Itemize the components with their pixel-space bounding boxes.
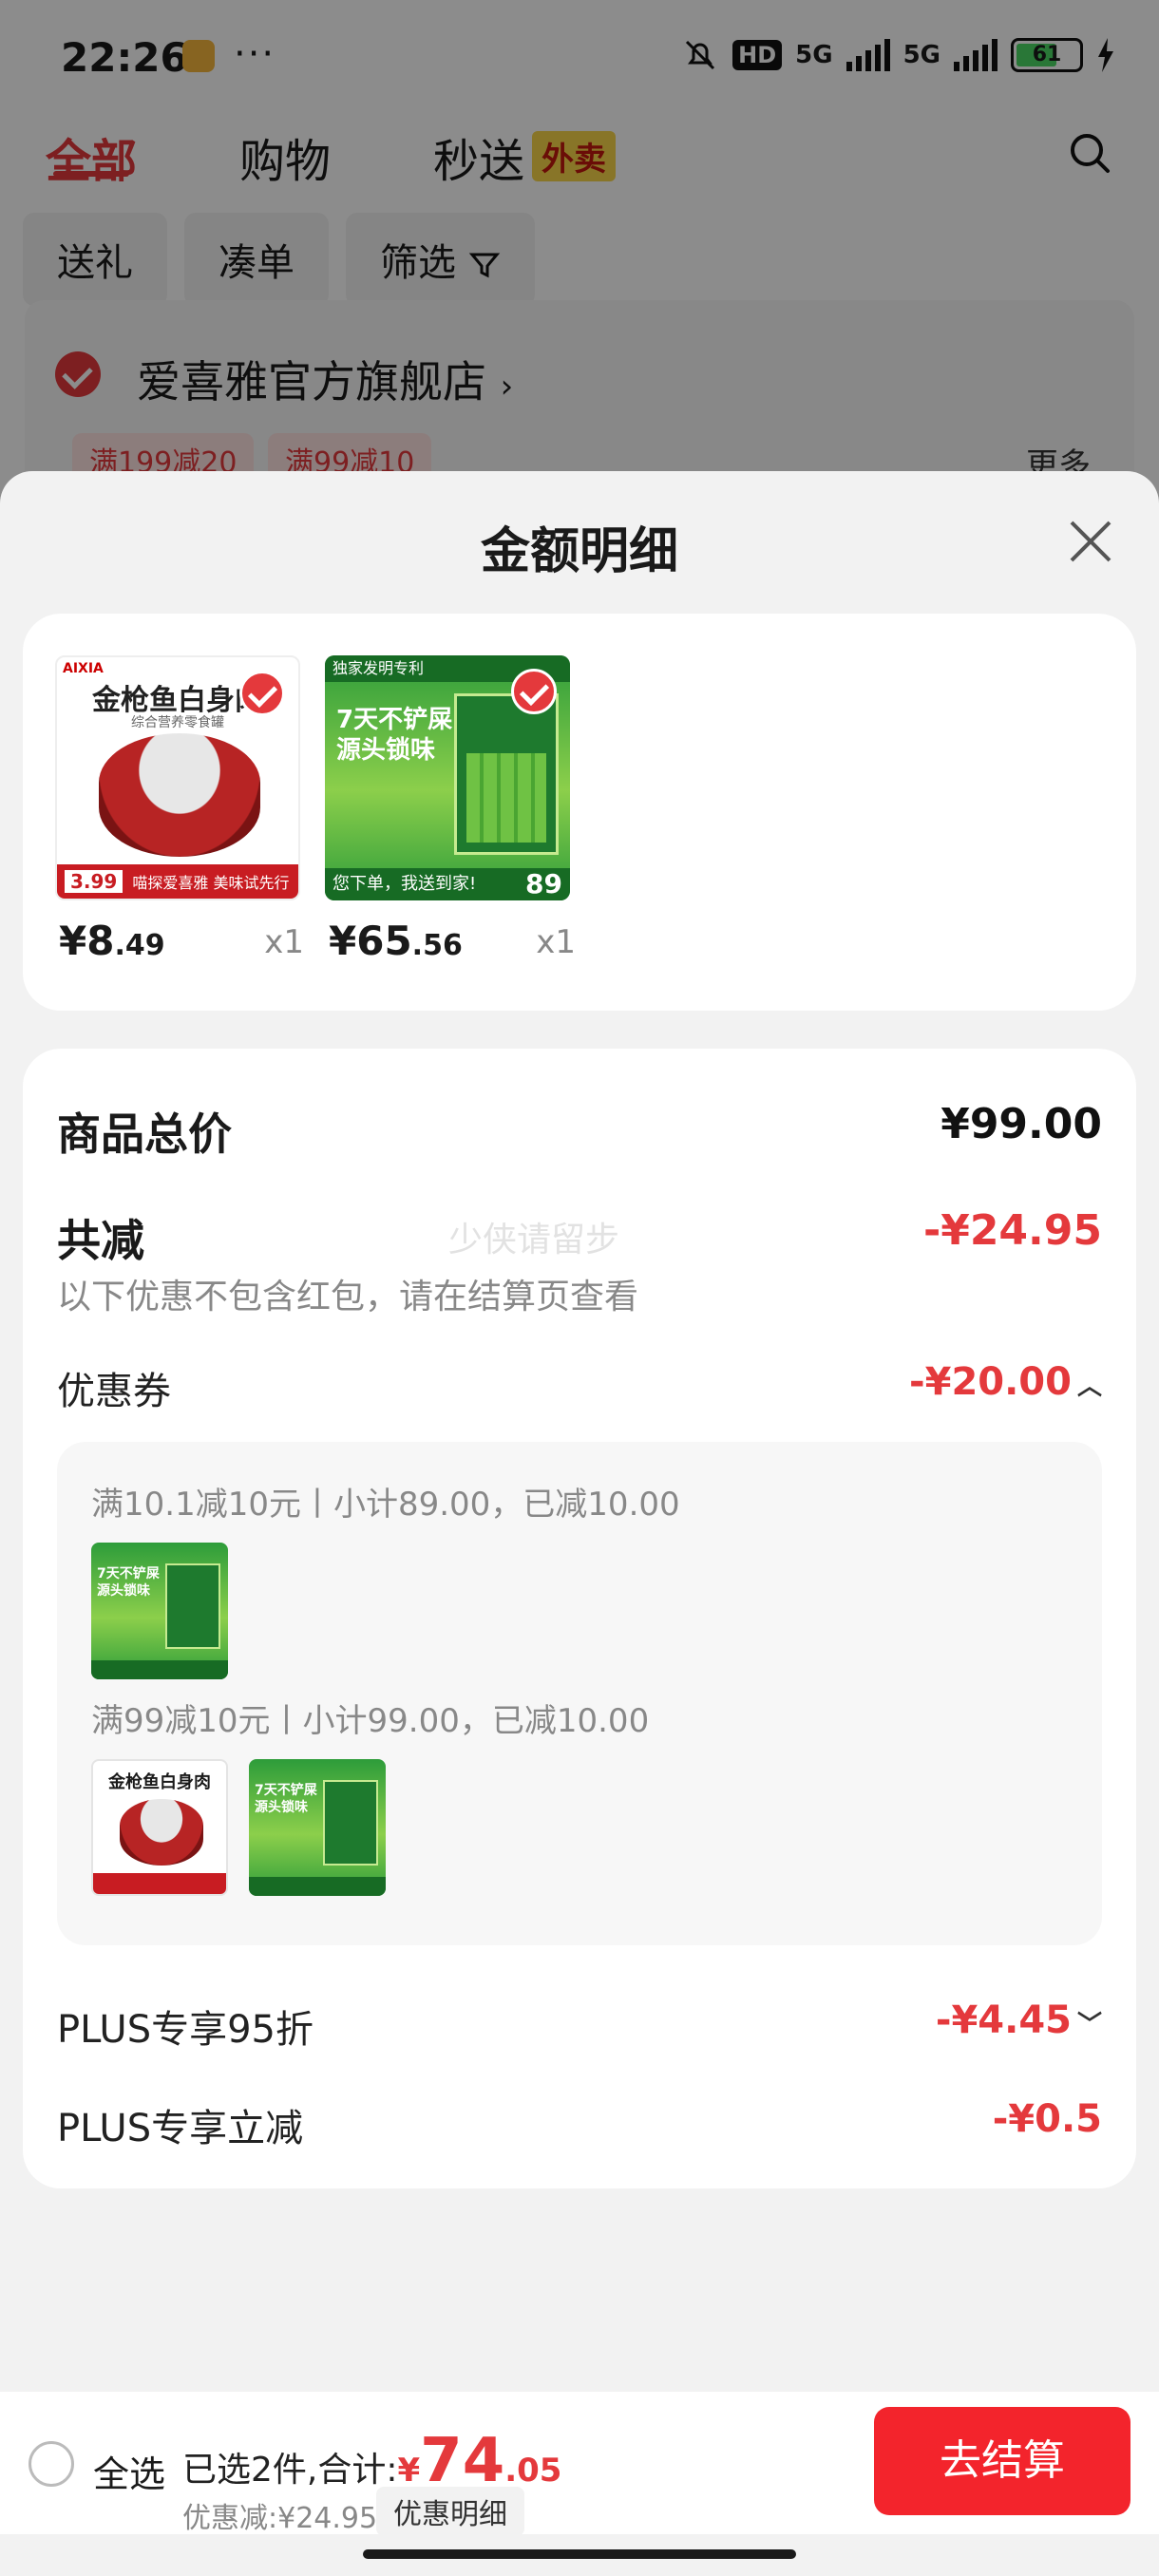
coupon-product-tuna: 金枪鱼白身肉 [91,1759,228,1896]
select-all-label[interactable]: 全选 [93,2445,165,2497]
select-all-radio[interactable] [28,2441,74,2487]
summary-line: 已选2件,合计:¥74.05 [182,2426,561,2496]
can-graphic [99,733,260,857]
product-qty: x1 [264,923,304,961]
chevron-down-icon: ﹀ [1076,2010,1102,2039]
litter-bag-graphic [454,693,559,855]
watermark: 少侠请留步 [448,1221,620,1260]
amount-detail-sheet: 金额明细 AIXIA 金枪鱼白身肉 综合营养零食罐 3.99 喵探爱喜雅 美味试先… [0,471,1159,2576]
amount-details-card: 商品总价 ¥99.00 共减 -¥24.95 少侠请留步 以下优惠不包含红包，请… [23,1049,1136,2188]
product-image-banner-text: 您下单，我送到家! [332,874,477,894]
plus-cut-label: PLUS专享立减 [57,2107,304,2150]
summary-amount-int: 74 [420,2426,505,2496]
discount-label: 共减 [57,1215,144,1266]
product-selected-check-icon[interactable] [511,669,557,714]
sheet-title: 金额明细 [480,523,678,580]
coupon-line-2: 满99减10元丨小计99.00，已减10.00 [91,1702,650,1740]
product-selected-check-icon[interactable] [239,671,285,716]
summary-amount-dec: .05 [504,2452,562,2490]
coupon-value: -¥20.00 ︿ [909,1360,1102,1404]
product-image-price: 89 [525,868,562,900]
home-indicator[interactable] [363,2549,796,2559]
product-image-price: 3.99 [65,870,124,893]
coupon-product-litter: 7天不铲屎源头锁味 [91,1543,228,1679]
coupon-line-1: 满10.1减10元丨小计89.00，已减10.00 [91,1486,680,1524]
selected-products: AIXIA 金枪鱼白身肉 综合营养零食罐 3.99 喵探爱喜雅 美味试先行 ¥8.… [23,614,1136,1011]
total-label: 商品总价 [57,1108,232,1160]
discount-summary: 优惠减:¥24.95 [182,2502,378,2535]
product-image-title: 7天不铲屎源头锁味 [336,706,453,765]
plus95-value: -¥4.45 ﹀ [935,1998,1102,2042]
discount-value: -¥24.95 [922,1206,1102,1255]
checkout-button[interactable]: 去结算 [874,2407,1130,2515]
coupon-label: 优惠券 [57,1370,171,1413]
checkout-bar: 全选 已选2件,合计:¥74.05 优惠减:¥24.95 优惠明细 去结算 [0,2392,1159,2536]
discount-detail-button[interactable]: 优惠明细 [376,2487,524,2536]
summary-prefix: 已选2件,合计: [182,2451,398,2490]
summary-currency: ¥ [397,2452,421,2490]
product-item[interactable]: 独家发明专利 7天不铲屎源头锁味 您下单，我送到家! 89 ¥65.56 x1 [325,655,576,964]
plus95-label: PLUS专享95折 [57,2008,314,2052]
product-item[interactable]: AIXIA 金枪鱼白身肉 综合营养零食罐 3.99 喵探爱喜雅 美味试先行 ¥8.… [55,655,304,964]
chevron-up-icon: ︿ [1076,1372,1102,1401]
product-qty: x1 [536,923,576,961]
product-image-tuna: AIXIA 金枪鱼白身肉 综合营养零食罐 3.99 喵探爱喜雅 美味试先行 [55,655,300,900]
product-image-banner: 您下单，我送到家! 89 [325,868,570,900]
product-price: ¥8.49 [59,918,165,964]
plus-cut-value: -¥0.5 [992,2097,1102,2141]
product-brand: AIXIA [63,661,104,676]
coupon-breakdown: 满10.1减10元丨小计89.00，已减10.00 7天不铲屎源头锁味 满99减… [57,1442,1102,1945]
coupon-product-litter: 7天不铲屎源头锁味 [249,1759,386,1896]
product-image-litter: 独家发明专利 7天不铲屎源头锁味 您下单，我送到家! 89 [325,655,570,900]
total-value: ¥99.00 [940,1100,1102,1148]
close-icon[interactable] [1064,515,1117,568]
product-price: ¥65.56 [329,918,463,964]
discount-note: 以下优惠不包含红包，请在结算页查看 [57,1278,639,1316]
product-image-banner: 3.99 喵探爱喜雅 美味试先行 [57,864,298,899]
